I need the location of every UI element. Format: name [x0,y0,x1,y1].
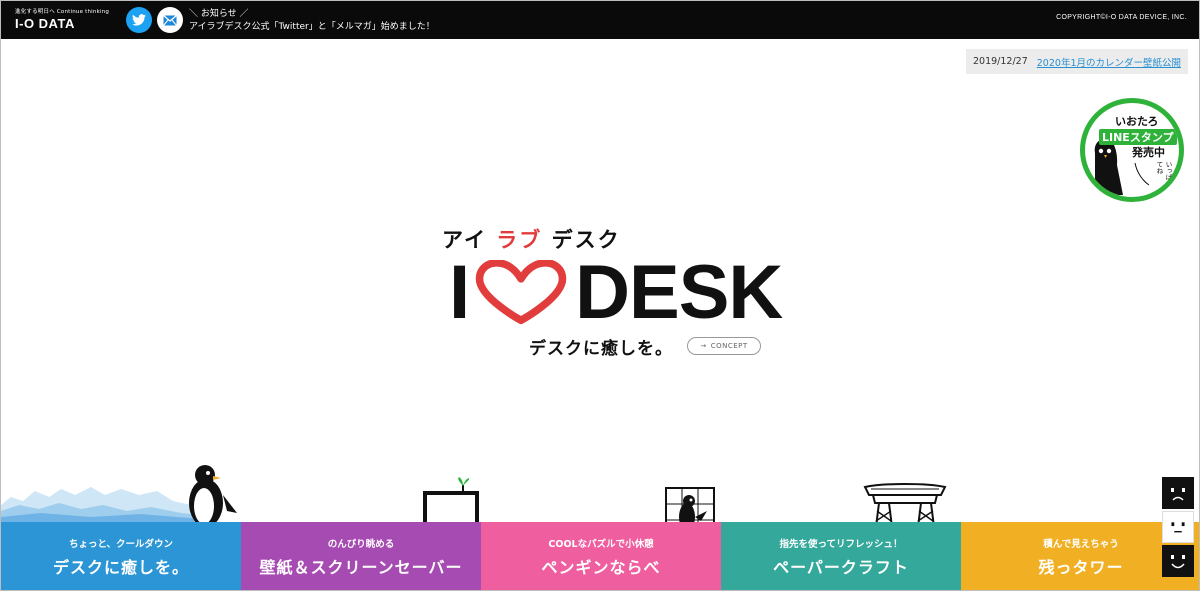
copyright-text: COPYRIGHT©I-O DATA DEVICE, INC. [1056,14,1187,21]
news-ticker[interactable]: ＼ お知らせ ／ アイラブデスク公式「Twitter」と「メルマガ」始めました！ [189,8,435,34]
hero-title-i: I [449,250,470,335]
heart-icon [475,259,567,324]
line-stamp-badge[interactable]: いおたろ LINEスタンプ 発売中 いっぱい使ってね [1080,98,1184,202]
line-badge-onsale: 発売中 [1132,146,1165,159]
category-tile-papercraft[interactable]: 指先を使ってリフレッシュ！ ペーパークラフト [721,522,961,590]
arrow-right-icon: → [700,342,707,350]
category-tile-healing[interactable]: ちょっと、クールダウン デスクに癒しを。 [1,522,241,590]
line-badge-bubble: いっぱい使ってね [1155,161,1172,200]
line-badge-stamp: LINEスタンプ [1099,129,1177,145]
mail-icon [163,14,177,26]
announcement-box: 2019/12/27 2020年1月のカレンダー壁紙公開 [966,49,1188,74]
sad-face-block-icon [1162,477,1194,509]
iceberg-penguin-illustration [1,465,237,523]
neutral-face-block-icon [1162,511,1194,543]
hero-tagline: デスクに癒しを。 [529,339,673,359]
category-title: デスクに癒しを。 [52,558,189,577]
twitter-button[interactable] [126,7,152,33]
line-badge-name: いおたろ [1115,115,1159,128]
category-subtitle: ちょっと、クールダウン [68,539,174,550]
news-text: アイラブデスク公式「Twitter」と「メルマガ」始めました！ [189,22,435,32]
concept-button-label: CONCEPT [710,342,748,350]
category-tile-penguin-puzzle[interactable]: COOLなパズルで小休憩 ペンギンならべ [481,522,721,590]
brand-tagline: 進化する明日へ Continue thinking [15,9,110,15]
category-title: 壁紙＆スクリーンセーバー [259,558,463,577]
tower-faces-widget[interactable] [1162,477,1194,577]
category-subtitle: 積んで見えちゃう [1043,539,1119,550]
hero-title: I DESK [449,249,783,336]
brand-logo-text: I-O DATA [15,16,75,31]
twitter-bird-icon [132,14,146,26]
category-subtitle: 指先を使ってリフレッシュ！ [779,539,903,550]
news-heading: ＼ お知らせ ／ [189,9,249,19]
brand-logo[interactable]: 進化する明日へ Continue thinking I-O DATA [15,7,109,31]
top-bar: 進化する明日へ Continue thinking I-O DATA ＼ お知ら… [1,1,1199,39]
category-nav: ちょっと、クールダウン デスクに癒しを。 のんびり眺める 壁紙＆スクリーンセーバ… [1,522,1199,590]
hero-title-desk: DESK [575,250,783,335]
category-title: ペーパークラフト [773,558,909,577]
page-frame: 進化する明日へ Continue thinking I-O DATA ＼ お知ら… [0,0,1200,591]
category-tile-wallpaper[interactable]: のんびり眺める 壁紙＆スクリーンセーバー [241,522,481,590]
announcement-date: 2019/12/27 [973,56,1028,67]
mail-button[interactable] [157,7,183,33]
concept-button[interactable]: → CONCEPT [687,337,761,355]
category-subtitle: COOLなパズルで小休憩 [548,539,654,550]
category-subtitle: のんびり眺める [327,539,395,550]
announcement-link[interactable]: 2020年1月のカレンダー壁紙公開 [1037,55,1181,69]
category-title: 残っタワー [1038,558,1124,577]
category-title: ペンギンならべ [541,558,661,577]
smile-face-block-icon [1162,545,1194,577]
